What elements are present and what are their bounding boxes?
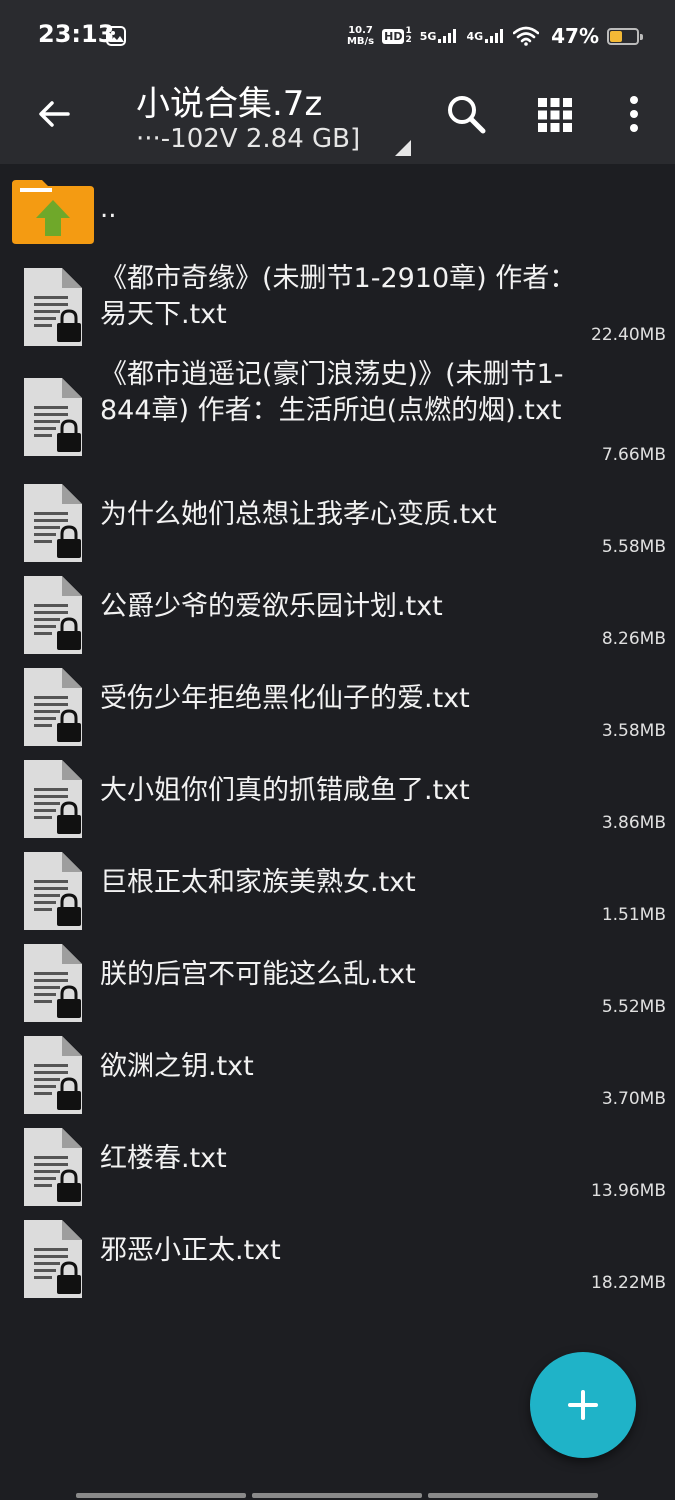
file-size: 5.58MB	[601, 537, 666, 557]
locked-file-icon	[24, 668, 82, 746]
battery-fill	[610, 30, 623, 42]
parent-directory-label: ..	[100, 194, 117, 224]
gallery-notification-icon	[106, 26, 126, 46]
file-rows: 《都市奇缘》(未删节1-2910章) 作者：易天下.txt 22.40MB 《都…	[0, 256, 675, 1305]
battery-icon	[607, 27, 643, 45]
file-name: 《都市逍遥记(豪门浪荡史)》(未删节1-844章) 作者：生活所迫(点燃的烟).…	[100, 359, 564, 426]
file-size: 7.66MB	[601, 445, 666, 465]
hd-indicator: HD 12	[382, 26, 412, 45]
battery-percent: 47%	[551, 24, 599, 48]
file-row[interactable]: 《都市奇缘》(未删节1-2910章) 作者：易天下.txt 22.40MB	[0, 256, 675, 357]
file-row[interactable]: 《都市逍遥记(豪门浪荡史)》(未删节1-844章) 作者：生活所迫(点燃的烟).…	[0, 357, 675, 477]
archive-subtitle[interactable]: ···-102V 2.84 GB]	[136, 124, 360, 154]
file-name: 为什么她们总想让我孝心变质.txt	[100, 499, 497, 530]
file-name: 欲渊之钥.txt	[100, 1051, 254, 1082]
signal-4g: 4G	[466, 29, 505, 43]
file-row[interactable]: 红楼春.txt 13.96MB	[0, 1121, 675, 1213]
file-size: 3.86MB	[601, 813, 666, 833]
wifi-icon	[513, 26, 540, 46]
file-size: 18.22MB	[591, 1273, 666, 1293]
file-name: 红楼春.txt	[100, 1143, 227, 1174]
dropdown-triangle-icon[interactable]	[393, 138, 413, 158]
file-row[interactable]: 为什么她们总想让我孝心变质.txt 5.58MB	[0, 477, 675, 569]
file-name: 《都市奇缘》(未删节1-2910章) 作者：易天下.txt	[100, 263, 577, 330]
file-name: 巨根正太和家族美熟女.txt	[100, 867, 416, 898]
status-time: 23:13	[38, 20, 115, 48]
locked-file-icon	[24, 852, 82, 930]
locked-file-icon	[24, 760, 82, 838]
file-row[interactable]: 邪恶小正太.txt 18.22MB	[0, 1213, 675, 1305]
file-row[interactable]: 朕的后宫不可能这么乱.txt 5.52MB	[0, 937, 675, 1029]
file-name: 受伤少年拒绝黑化仙子的爱.txt	[100, 683, 470, 714]
net-speed: 10.7 MB/s	[346, 25, 375, 47]
locked-file-icon	[24, 576, 82, 654]
file-row[interactable]: 公爵少爷的爱欲乐园计划.txt 8.26MB	[0, 569, 675, 661]
app-toolbar: 小说合集.7z ···-102V 2.84 GB]	[0, 70, 675, 164]
locked-file-icon	[24, 378, 82, 456]
folder-up-icon	[12, 180, 94, 244]
navigation-gesture-bar	[76, 1493, 598, 1498]
file-row[interactable]: 欲渊之钥.txt 3.70MB	[0, 1029, 675, 1121]
file-size: 1.51MB	[601, 905, 666, 925]
signal-5g: 5G	[420, 29, 459, 43]
status-right: 10.7 MB/s HD 12 5G 4G 47%	[346, 18, 643, 54]
file-name: 邪恶小正太.txt	[100, 1235, 281, 1266]
grid-view-icon[interactable]	[536, 96, 574, 134]
locked-file-icon	[24, 1036, 82, 1114]
locked-file-icon	[24, 944, 82, 1022]
locked-file-icon	[24, 268, 82, 346]
file-size: 3.70MB	[601, 1089, 666, 1109]
file-row[interactable]: 大小姐你们真的抓错咸鱼了.txt 3.86MB	[0, 753, 675, 845]
locked-file-icon	[24, 1128, 82, 1206]
arrow-left-icon[interactable]	[32, 92, 76, 136]
file-size: 8.26MB	[601, 629, 666, 649]
signal-bars-icon	[485, 29, 504, 43]
locked-file-icon	[24, 1220, 82, 1298]
signal-bars-icon	[438, 29, 457, 43]
search-icon[interactable]	[444, 92, 488, 136]
file-list: .. 《都市奇缘》(未删节1-2910章) 作者：易天下.txt 22.40MB…	[0, 164, 675, 1305]
file-size: 3.58MB	[601, 721, 666, 741]
file-size: 22.40MB	[591, 325, 666, 345]
file-row[interactable]: 受伤少年拒绝黑化仙子的爱.txt 3.58MB	[0, 661, 675, 753]
add-fab-button[interactable]	[530, 1352, 636, 1458]
locked-file-icon	[24, 484, 82, 562]
archive-title: 小说合集.7z	[136, 84, 323, 124]
file-name: 公爵少爷的爱欲乐园计划.txt	[100, 591, 443, 622]
file-size: 13.96MB	[591, 1181, 666, 1201]
status-bar: 23:13 10.7 MB/s HD 12 5G 4G 47%	[0, 0, 675, 70]
plus-icon	[568, 1390, 598, 1420]
file-name: 大小姐你们真的抓错咸鱼了.txt	[100, 775, 470, 806]
file-row[interactable]: 巨根正太和家族美熟女.txt 1.51MB	[0, 845, 675, 937]
parent-directory-row[interactable]: ..	[0, 164, 675, 256]
file-name: 朕的后宫不可能这么乱.txt	[100, 959, 416, 990]
file-size: 5.52MB	[601, 997, 666, 1017]
more-vert-icon[interactable]	[620, 94, 648, 134]
